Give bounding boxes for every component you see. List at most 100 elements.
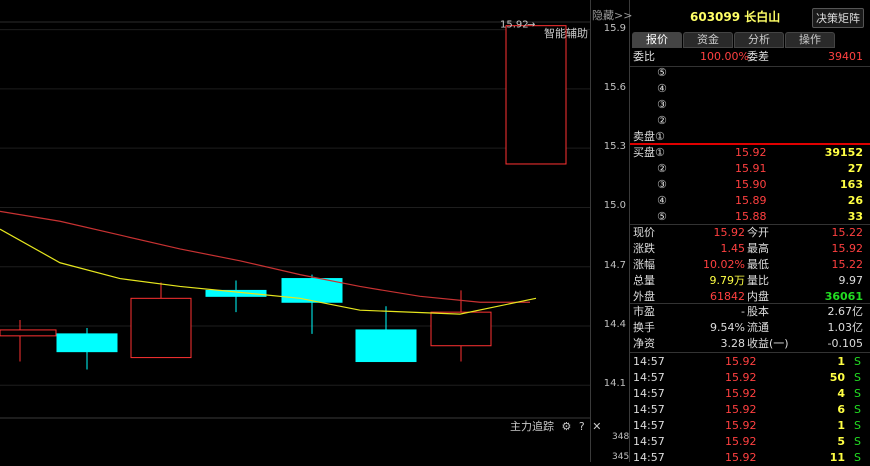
quote-value: 9.79万: [709, 274, 746, 287]
close-icon[interactable]: ✕: [592, 420, 601, 433]
quote-label: 量比: [747, 274, 769, 287]
tab-quote[interactable]: 报价: [632, 32, 682, 48]
tracker-label: 主力追踪: [510, 420, 554, 433]
stats-label: 净资: [633, 337, 655, 350]
last-price-label: 15.92: [500, 20, 529, 31]
stats-value: 2.67亿: [827, 305, 864, 318]
quote-row: 现价 15.92 今开 15.22: [630, 225, 870, 241]
tick-price: 15.92: [725, 435, 757, 448]
smart-assist-label[interactable]: 智能辅助: [544, 25, 588, 41]
tick-time: 14:57: [633, 355, 665, 368]
buy-level-row: 买盘① 15.92 39152: [630, 145, 870, 161]
tab-funds[interactable]: 资金: [683, 32, 733, 48]
tick-flag: S: [854, 355, 861, 368]
quote-value: 10.02%: [703, 258, 745, 271]
tick-volume: 50: [829, 371, 845, 384]
sell-level-label: ③: [657, 98, 667, 111]
tick-row: 14:57 15.92 50 S: [630, 370, 870, 386]
tab-analysis[interactable]: 分析: [734, 32, 784, 48]
buy-level-row: ② 15.91 27: [630, 161, 870, 177]
tick-row: 14:57 15.92 1 S: [630, 354, 870, 370]
tick-time: 14:57: [633, 387, 665, 400]
price-tick-label: 15.3: [603, 141, 626, 153]
sell-level-row: 卖盘①: [630, 129, 870, 145]
weibi-row: 委比 100.00% 委差 39401: [633, 50, 863, 63]
quote-panel: 603099 长白山 决策矩阵 报价 资金 分析 操作 委比 100.00% 委…: [630, 0, 870, 464]
quote-value: 15.92: [713, 226, 746, 239]
tick-time: 14:57: [633, 451, 665, 464]
price-tick-label: 14.4: [603, 318, 626, 330]
buy-level-volume: 33: [847, 210, 863, 223]
sell-level-row: ③: [630, 97, 870, 113]
tick-time: 14:57: [633, 371, 665, 384]
price-tick-label: 15.6: [603, 81, 626, 93]
sell-level-label: ⑤: [657, 66, 667, 79]
main-force-tracker[interactable]: 主力追踪 ⚙ ? ✕: [510, 418, 601, 434]
tick-row: 14:57 15.92 4 S: [630, 386, 870, 402]
stock-header: 603099 长白山 决策矩阵: [630, 0, 870, 31]
stats-row: 换手 9.54% 流通 1.03亿: [630, 320, 870, 336]
buy-level-price: 15.90: [735, 178, 767, 191]
quote-row: 涨幅 10.02% 最低 15.22: [630, 257, 870, 273]
sell-level-row: ④: [630, 81, 870, 97]
quote-row: 总量 9.79万 量比 9.97: [630, 273, 870, 289]
tick-price: 15.92: [725, 403, 757, 416]
decision-matrix-button[interactable]: 决策矩阵: [812, 8, 864, 28]
quote-row: 涨跌 1.45 最高 15.92: [630, 241, 870, 257]
arrow-right-icon: →: [527, 20, 535, 31]
quote-value: 61842: [710, 290, 745, 303]
tick-volume: 1: [837, 419, 845, 432]
buy-level-row: ③ 15.90 163: [630, 177, 870, 193]
buy-level-label: 买盘①: [633, 146, 665, 159]
buy-level-price: 15.89: [735, 194, 767, 207]
kline-chart[interactable]: 15.92→: [0, 0, 590, 462]
stats-row: 净资 3.28 收益(一) -0.105: [630, 336, 870, 352]
tick-volume: 11: [829, 451, 845, 464]
quote-label: 今开: [747, 226, 769, 239]
buy-level-label: ③: [657, 178, 667, 191]
stats-label: 收益(一): [747, 337, 789, 350]
sell-level-label: ④: [657, 82, 667, 95]
buy-level-volume: 27: [847, 162, 863, 175]
stats-label: 股本: [747, 305, 769, 318]
tick-time: 14:57: [633, 435, 665, 448]
quote-label: 涨幅: [633, 258, 655, 271]
tick-row: 14:57 15.92 1 S: [630, 418, 870, 434]
tick-flag: S: [854, 371, 861, 384]
buy-level-label: ④: [657, 194, 667, 207]
tick-volume: 4: [837, 387, 845, 400]
tick-price: 15.92: [725, 371, 757, 384]
quote-label: 涨跌: [633, 242, 655, 255]
stats-label: 市盈: [633, 305, 655, 318]
quote-row: 外盘 61842 内盘 36061: [630, 289, 870, 305]
tab-operate[interactable]: 操作: [785, 32, 835, 48]
tick-volume: 6: [837, 403, 845, 416]
stats-label: 流通: [747, 321, 769, 334]
help-icon[interactable]: ?: [579, 420, 585, 433]
tick-volume: 5: [837, 435, 845, 448]
stock-code: 603099 长白山: [690, 10, 781, 24]
quote-value: 1.45: [720, 242, 746, 255]
stats-value: -0.105: [827, 337, 863, 350]
buy-level-label: ②: [657, 162, 667, 175]
tick-row: 14:57 15.92 5 S: [630, 434, 870, 450]
buy-level-volume: 163: [840, 178, 863, 191]
tick-time: 14:57: [633, 403, 665, 416]
quote-value: 15.22: [831, 258, 864, 271]
tick-flag: S: [854, 403, 861, 416]
gear-icon[interactable]: ⚙: [562, 420, 572, 433]
quote-label: 外盘: [633, 290, 655, 303]
panel-tabs: 报价 资金 分析 操作: [632, 32, 836, 48]
hide-panel-button[interactable]: 隐藏>>: [592, 7, 632, 23]
stats-row: 市盈 - 股本 2.67亿: [630, 304, 870, 320]
quote-label: 内盘: [747, 290, 769, 303]
buy-level-price: 15.88: [735, 210, 767, 223]
quote-label: 最低: [747, 258, 769, 271]
buy-level-volume: 39152: [824, 146, 863, 159]
tick-price: 15.92: [725, 387, 757, 400]
stats-value: 1.03亿: [827, 321, 864, 334]
stats-value: -: [741, 305, 745, 318]
tick-volume: 1: [837, 355, 845, 368]
sell-level-row: ⑤: [630, 65, 870, 81]
tick-price: 15.92: [725, 451, 757, 464]
